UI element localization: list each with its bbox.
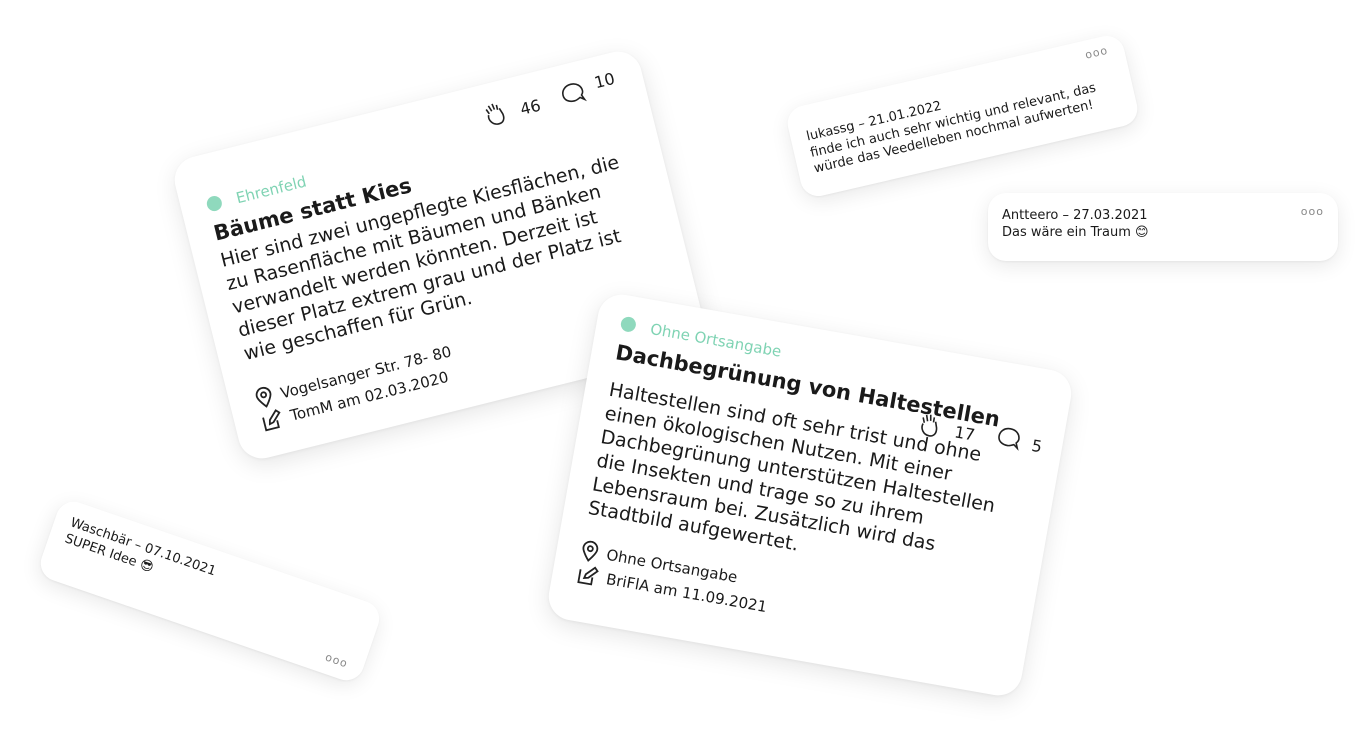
- map-pin-icon: [582, 540, 599, 562]
- more-options-icon[interactable]: ooo: [1301, 205, 1324, 218]
- comment-card[interactable]: ooo Waschbär – 07.10.2021 SUPER Idee 😎: [35, 496, 385, 686]
- comment-icon[interactable]: [992, 422, 1025, 458]
- comment-count: 5: [1030, 435, 1044, 456]
- comment-count: 10: [592, 68, 617, 92]
- applause-count: 46: [518, 95, 543, 119]
- edit-icon: [577, 566, 599, 585]
- comment-icon[interactable]: [556, 77, 591, 115]
- comment-card[interactable]: ooo Antteero – 27.03.2021 Das wäre ein T…: [988, 193, 1338, 261]
- edit-icon: [262, 408, 281, 431]
- map-pin-icon: [255, 386, 272, 408]
- comment-text: SUPER Idee 😎: [62, 531, 156, 576]
- idea-card[interactable]: 17 5 Ohne Ortsangabe Dachbegrünung von H…: [544, 290, 1076, 700]
- comment-author: Antteero – 27.03.2021: [1002, 208, 1148, 223]
- applause-icon[interactable]: [912, 407, 947, 446]
- district-dot-icon: [205, 194, 224, 213]
- more-options-icon[interactable]: ooo: [1084, 44, 1110, 62]
- comment-card[interactable]: ooo lukassg – 21.01.2022 finde ich auch …: [784, 32, 1141, 200]
- comment-text: Das wäre ein Traum 😊: [1002, 225, 1149, 240]
- applause-count: 17: [953, 421, 977, 445]
- more-options-icon[interactable]: ooo: [324, 651, 350, 671]
- comment-author: Waschbär – 07.10.2021: [68, 515, 218, 580]
- district-dot-icon: [619, 315, 638, 334]
